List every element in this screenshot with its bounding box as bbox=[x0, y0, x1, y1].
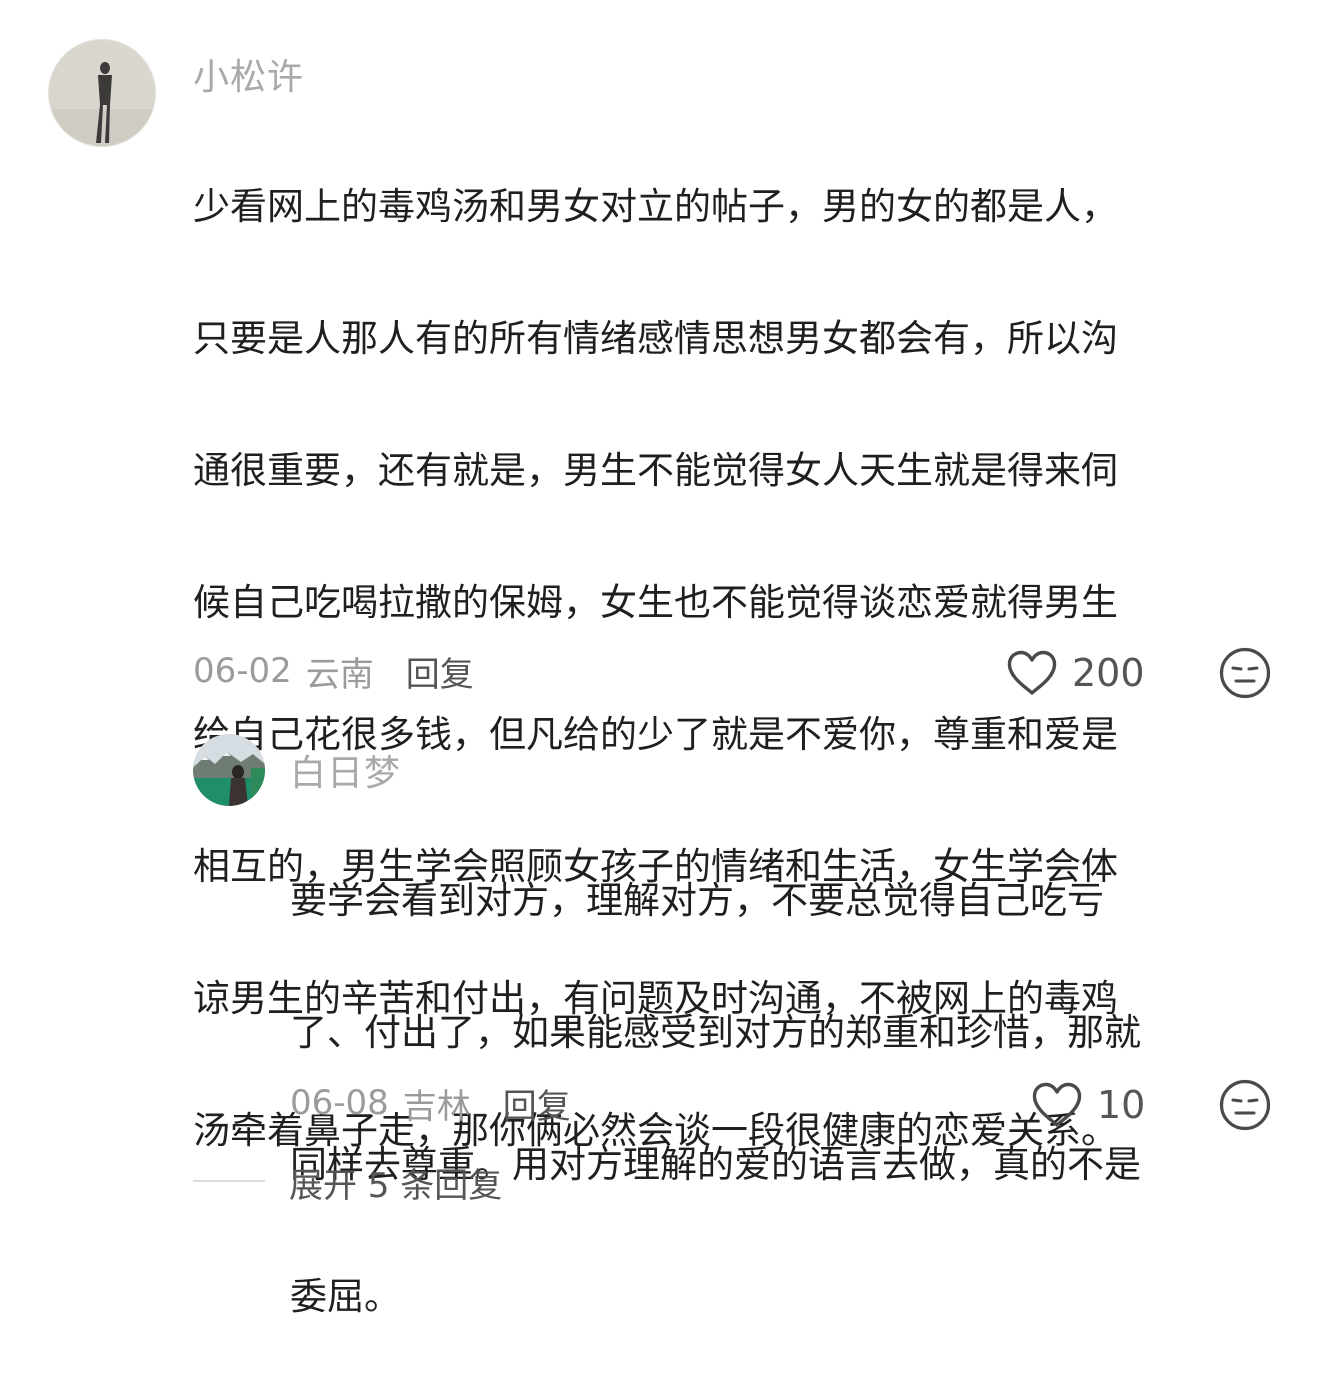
comment-username[interactable]: 小松许 bbox=[193, 48, 304, 100]
reply-avatar[interactable] bbox=[193, 734, 265, 806]
comment-avatar[interactable] bbox=[48, 39, 156, 147]
reply-emoji-button[interactable] bbox=[1219, 1079, 1271, 1131]
comment-line: 候自己吃喝拉撒的保姆，女生也不能觉得谈恋爱就得男生 bbox=[193, 581, 1118, 624]
reply-username[interactable]: 白日梦 bbox=[290, 744, 401, 796]
comment-line: 通很重要，还有就是，男生不能觉得女人天生就是得来伺 bbox=[193, 449, 1118, 492]
person-photo-avatar-icon bbox=[48, 39, 156, 147]
expand-divider bbox=[193, 1180, 265, 1182]
comment-line: 只要是人那人有的所有情绪感情思想男女都会有，所以沟 bbox=[193, 317, 1118, 360]
reply-like-button[interactable]: 10 bbox=[1031, 1080, 1145, 1130]
neutral-face-icon bbox=[1219, 647, 1271, 699]
reply-line: 了、付出了，如果能感受到对方的郑重和珍惜，那就 bbox=[290, 1011, 1141, 1054]
landscape-photo-avatar-icon bbox=[193, 734, 265, 806]
reply-meta: 06-08 吉林 回复 bbox=[290, 1079, 571, 1128]
heart-outline-icon bbox=[1032, 1082, 1082, 1127]
comment-like-button[interactable]: 200 bbox=[1006, 648, 1145, 698]
comment-emoji-button[interactable] bbox=[1219, 647, 1271, 699]
comment-meta: 06-02 云南 回复 bbox=[193, 647, 474, 696]
reply-like-count: 10 bbox=[1097, 1083, 1146, 1127]
reply-reply-button[interactable]: 回复 bbox=[503, 1079, 571, 1128]
reply-date: 06-08 bbox=[290, 1083, 389, 1123]
heart-outline-icon bbox=[1007, 650, 1057, 695]
reply-location: 吉林 bbox=[402, 1086, 471, 1127]
reply-line: 委屈。 bbox=[290, 1275, 401, 1318]
expand-replies-button[interactable]: 展开 5 条回复 bbox=[289, 1158, 502, 1207]
comment-reply-button[interactable]: 回复 bbox=[406, 647, 474, 696]
reply-line: 要学会看到对方，理解对方，不要总觉得自己吃亏 bbox=[290, 879, 1104, 922]
comment-date: 06-02 bbox=[193, 651, 292, 691]
neutral-face-icon bbox=[1219, 1079, 1271, 1131]
comment-location: 云南 bbox=[305, 654, 374, 695]
comment-line: 少看网上的毒鸡汤和男女对立的帖子，男的女的都是人， bbox=[193, 185, 1118, 228]
comment-like-count: 200 bbox=[1072, 651, 1145, 695]
